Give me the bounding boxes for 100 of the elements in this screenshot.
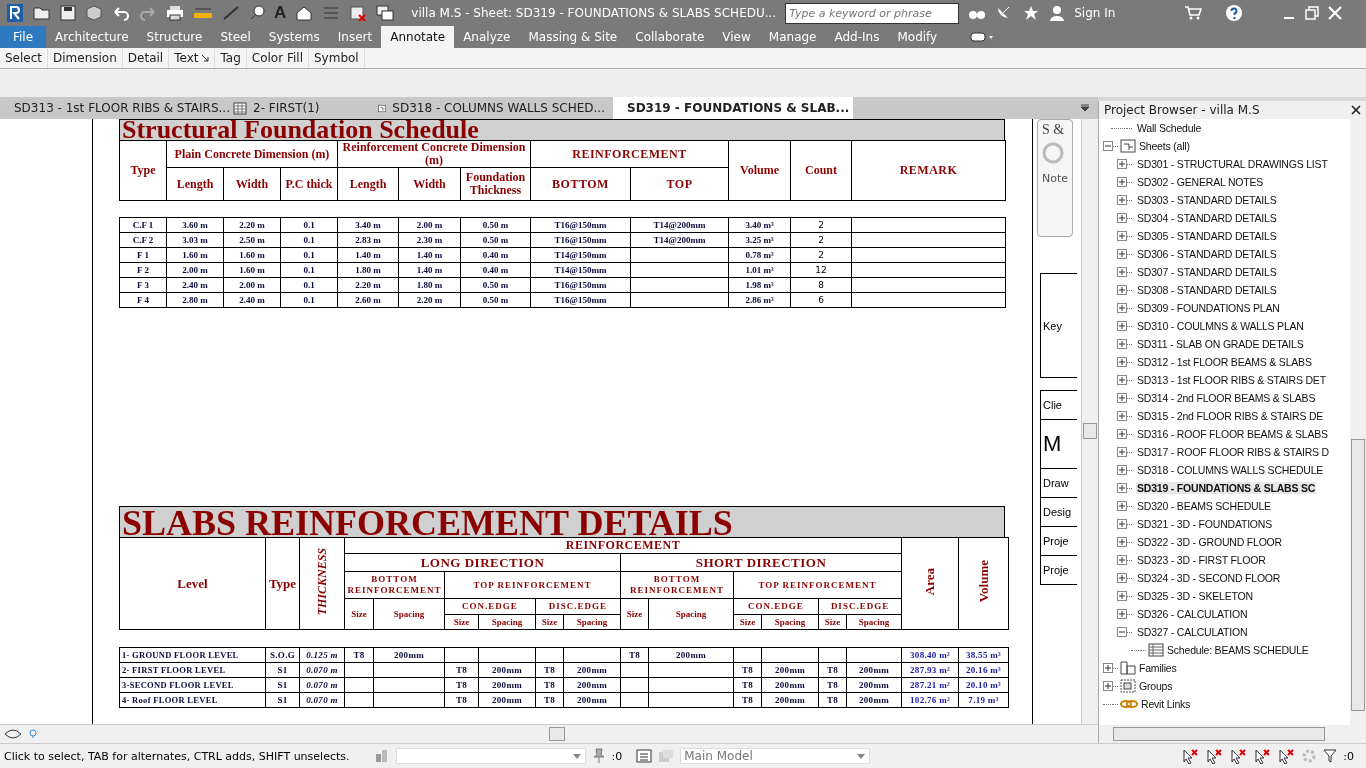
tree-item[interactable]: Revit Links xyxy=(1140,698,1192,710)
measure-icon[interactable] xyxy=(193,5,213,21)
tree-item[interactable]: SD315 - 2nd FLOOR RIBS & STAIRS DE xyxy=(1136,410,1325,422)
expander-icon[interactable] xyxy=(1103,663,1113,673)
pin-icon[interactable] xyxy=(591,748,606,764)
panel-button[interactable]: Dimension xyxy=(48,48,123,68)
expander-icon[interactable] xyxy=(1117,591,1127,601)
house-icon[interactable] xyxy=(295,5,314,21)
expander-icon[interactable] xyxy=(1117,519,1127,529)
expander-icon[interactable] xyxy=(1117,627,1127,637)
ribbon-tab[interactable]: Manage xyxy=(759,26,826,48)
tree-item[interactable]: SD313 - 1st FLOOR RIBS & STAIRS DET xyxy=(1136,374,1327,386)
tree-item[interactable]: SD310 - COULMNS & WALLS PLAN xyxy=(1136,320,1305,332)
expander-icon[interactable] xyxy=(1117,447,1127,457)
cart-icon[interactable] xyxy=(1184,5,1203,21)
panel-button[interactable]: Select xyxy=(0,48,49,68)
expander-icon[interactable] xyxy=(1117,339,1127,349)
ribbon-tab[interactable]: Systems xyxy=(259,26,329,48)
tree-item[interactable]: SD309 - FOUNDATIONS PLAN xyxy=(1136,302,1281,314)
tab-list-icon[interactable] xyxy=(1080,103,1090,113)
ribbon-tab[interactable]: File xyxy=(0,26,47,48)
panel-button[interactable]: Color Fill xyxy=(246,48,309,68)
expander-icon[interactable] xyxy=(1117,357,1127,367)
tree-item[interactable]: SD317 - ROOF FLOOR RIBS & STAIRS D xyxy=(1136,446,1330,458)
selection-option-icon[interactable] xyxy=(1277,748,1296,764)
close-views-icon[interactable] xyxy=(349,5,368,21)
expander-icon[interactable] xyxy=(1117,195,1127,205)
expander-icon[interactable] xyxy=(1117,375,1127,385)
selection-option-icon[interactable] xyxy=(1253,748,1272,764)
tree-item[interactable]: SD318 - COLUMNS WALLS SCHEDULE xyxy=(1136,464,1325,476)
tree-item[interactable]: SD322 - 3D - GROUND FLOOR xyxy=(1136,536,1283,548)
tree-item[interactable]: SD320 - BEAMS SCHEDULE xyxy=(1136,500,1272,512)
model-dropdown[interactable]: Main Model xyxy=(680,748,871,764)
expander-icon[interactable] xyxy=(1117,573,1127,583)
tree-item[interactable]: SD319 - FOUNDATIONS & SLABS SC xyxy=(1136,482,1317,494)
tree-item[interactable]: SD301 - STRUCTURAL DRAWINGS LIST xyxy=(1136,158,1329,170)
expander-icon[interactable] xyxy=(1117,501,1127,511)
expander-icon[interactable] xyxy=(1117,285,1127,295)
ribbon-tab[interactable]: Add-Ins xyxy=(825,26,889,48)
eye-icon[interactable] xyxy=(4,728,22,740)
panel-toggle-icon[interactable] xyxy=(970,31,995,43)
switch-windows-icon[interactable] xyxy=(376,5,395,21)
expander-icon[interactable] xyxy=(1117,321,1127,331)
text-tool-icon[interactable]: A xyxy=(274,3,287,23)
expander-icon[interactable] xyxy=(1117,537,1127,547)
tree-item[interactable]: SD303 - STANDARD DETAILS xyxy=(1136,194,1278,206)
tree-item[interactable]: SD307 - STANDARD DETAILS xyxy=(1136,266,1278,278)
expander-icon[interactable] xyxy=(1117,393,1127,403)
tree-item[interactable]: SD308 - STANDARD DETAILS xyxy=(1136,284,1278,296)
tree-item[interactable]: SD302 - GENERAL NOTES xyxy=(1136,176,1265,188)
expander-icon[interactable] xyxy=(1117,411,1127,421)
expander-icon[interactable] xyxy=(1103,141,1113,151)
ribbon-tab[interactable]: View xyxy=(713,26,760,48)
panel-button[interactable]: Tag xyxy=(215,48,247,68)
tree-item[interactable]: SD314 - 2nd FLOOR BEAMS & SLABS xyxy=(1136,392,1317,404)
ribbon-tab[interactable]: Steel xyxy=(211,26,260,48)
expander-icon[interactable] xyxy=(1117,213,1127,223)
navigation-bar[interactable]: S & Note xyxy=(1037,119,1073,237)
ribbon-tab[interactable]: Architecture xyxy=(46,26,138,48)
expander-icon[interactable] xyxy=(1117,177,1127,187)
app-logo-icon[interactable] xyxy=(6,3,24,23)
selection-option-icon[interactable] xyxy=(1229,748,1248,764)
tree-item[interactable]: SD325 - 3D - SKELETON xyxy=(1136,590,1254,602)
expander-icon[interactable] xyxy=(1117,483,1127,493)
lightbulb-icon[interactable] xyxy=(28,728,38,740)
tree-item[interactable]: SD323 - 3D - FIRST FLOOR xyxy=(1136,554,1267,566)
ribbon-tab[interactable]: Massing & Site xyxy=(519,26,627,48)
close-icon[interactable] xyxy=(1351,105,1361,115)
search-field[interactable]: Type a keyword or phrase xyxy=(785,2,960,24)
undo-icon[interactable] xyxy=(112,5,130,21)
help-icon[interactable] xyxy=(1225,4,1244,22)
tree-item[interactable]: SD312 - 1st FLOOR BEAMS & SLABS xyxy=(1136,356,1313,368)
ribbon-tab[interactable]: Collaborate xyxy=(626,26,714,48)
tree-item[interactable]: SD321 - 3D - FOUNDATIONS xyxy=(1136,518,1274,530)
tree-item[interactable]: Groups xyxy=(1138,680,1174,692)
document-tab[interactable]: SD318 - COLUMNS WALLS SCHED... xyxy=(370,97,613,119)
tree-item[interactable]: Wall Schedule xyxy=(1136,122,1203,134)
selection-option-icon[interactable] xyxy=(1205,748,1224,764)
tree-item[interactable]: Families xyxy=(1138,662,1178,674)
horizontal-scrollbar[interactable] xyxy=(1099,725,1366,743)
tree-item[interactable]: SD327 - CALCULATION xyxy=(1136,626,1249,638)
dialog-launcher-icon[interactable] xyxy=(201,54,210,62)
expander-icon[interactable] xyxy=(1117,231,1127,241)
tree-item[interactable]: SD304 - STANDARD DETAILS xyxy=(1136,212,1278,224)
expander-icon[interactable] xyxy=(1117,609,1127,619)
list-icon[interactable] xyxy=(636,749,653,763)
expander-icon[interactable] xyxy=(1117,465,1127,475)
ribbon-tab[interactable]: Insert xyxy=(328,26,382,48)
document-tab[interactable]: SD319 - FOUNDATIONS & SLAB... xyxy=(613,97,853,119)
tree-item[interactable]: SD326 - CALCULATION xyxy=(1136,608,1249,620)
expander-icon[interactable] xyxy=(1117,429,1127,439)
cube-icon[interactable] xyxy=(85,5,103,21)
expander-icon[interactable] xyxy=(1117,159,1127,169)
ribbon-tab[interactable]: Modify xyxy=(888,26,947,48)
tree-item[interactable]: SD324 - 3D - SECOND FLOOR xyxy=(1136,572,1282,584)
tree-item[interactable]: Sheets (all) xyxy=(1138,140,1191,152)
restore-icon[interactable] xyxy=(1305,6,1320,20)
expander-icon[interactable] xyxy=(1117,249,1127,259)
panel-button[interactable]: Symbol xyxy=(309,48,365,68)
navigation-item[interactable]: Note xyxy=(1042,172,1069,185)
